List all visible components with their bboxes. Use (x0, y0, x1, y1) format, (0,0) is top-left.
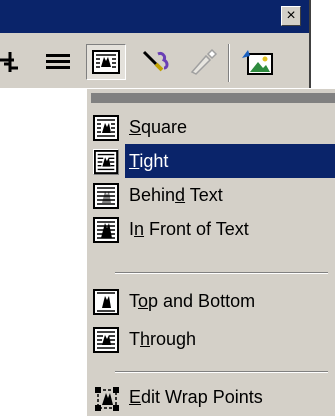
close-button[interactable]: × (281, 6, 301, 26)
picture-toolbar: × (0, 0, 311, 88)
menu-item-label: Behind Text (129, 185, 223, 205)
text-wrapping-menu: Square Tight Behind Text In Front of Tex… (86, 88, 335, 416)
wrap-through-icon (93, 327, 119, 353)
menu-drag-handle[interactable] (91, 93, 335, 103)
menu-separator (115, 272, 328, 274)
wrap-behind-text-icon (93, 183, 119, 209)
wrap-in-front-icon (93, 217, 119, 243)
line-style-icon (46, 54, 70, 69)
toolbar-title-bar[interactable]: × (0, 0, 309, 33)
menu-item-label: Edit Wrap Points (129, 387, 263, 407)
menu-item-top-and-bottom[interactable]: Top and Bottom (87, 284, 335, 318)
toolbar-separator (228, 44, 230, 82)
crop-icon (0, 52, 18, 72)
set-transparent-color-icon (190, 48, 218, 75)
close-icon: × (286, 7, 296, 24)
set-transparent-color-button[interactable] (184, 46, 220, 78)
wrap-tight-icon (93, 149, 119, 175)
menu-item-edit-wrap-points[interactable]: Edit Wrap Points (87, 380, 335, 414)
reset-picture-button[interactable] (238, 46, 278, 78)
menu-item-behind-text[interactable]: Behind Text (87, 178, 335, 212)
text-wrapping-button[interactable] (86, 44, 126, 80)
format-picture-button[interactable] (136, 46, 176, 78)
wrap-top-bottom-icon (93, 289, 119, 315)
menu-separator (115, 371, 328, 373)
reset-picture-icon (242, 50, 273, 75)
format-picture-icon (142, 50, 169, 72)
menu-item-label: Tight (129, 151, 169, 171)
line-style-button[interactable] (40, 46, 78, 78)
wrap-square-icon (93, 115, 119, 141)
menu-item-tight[interactable]: Tight (87, 144, 335, 178)
menu-item-label: Square (129, 117, 188, 137)
edit-wrap-points-icon (93, 385, 119, 411)
crop-button[interactable] (0, 46, 34, 78)
menu-item-in-front-of-text[interactable]: In Front of Text (87, 212, 335, 246)
menu-item-square[interactable]: Square (87, 110, 335, 144)
menu-item-label: Top and Bottom (129, 291, 256, 311)
text-wrapping-icon (92, 50, 120, 74)
menu-item-through[interactable]: Through (87, 322, 335, 356)
menu-item-label: Through (129, 329, 197, 349)
menu-item-label: In Front of Text (129, 219, 249, 239)
